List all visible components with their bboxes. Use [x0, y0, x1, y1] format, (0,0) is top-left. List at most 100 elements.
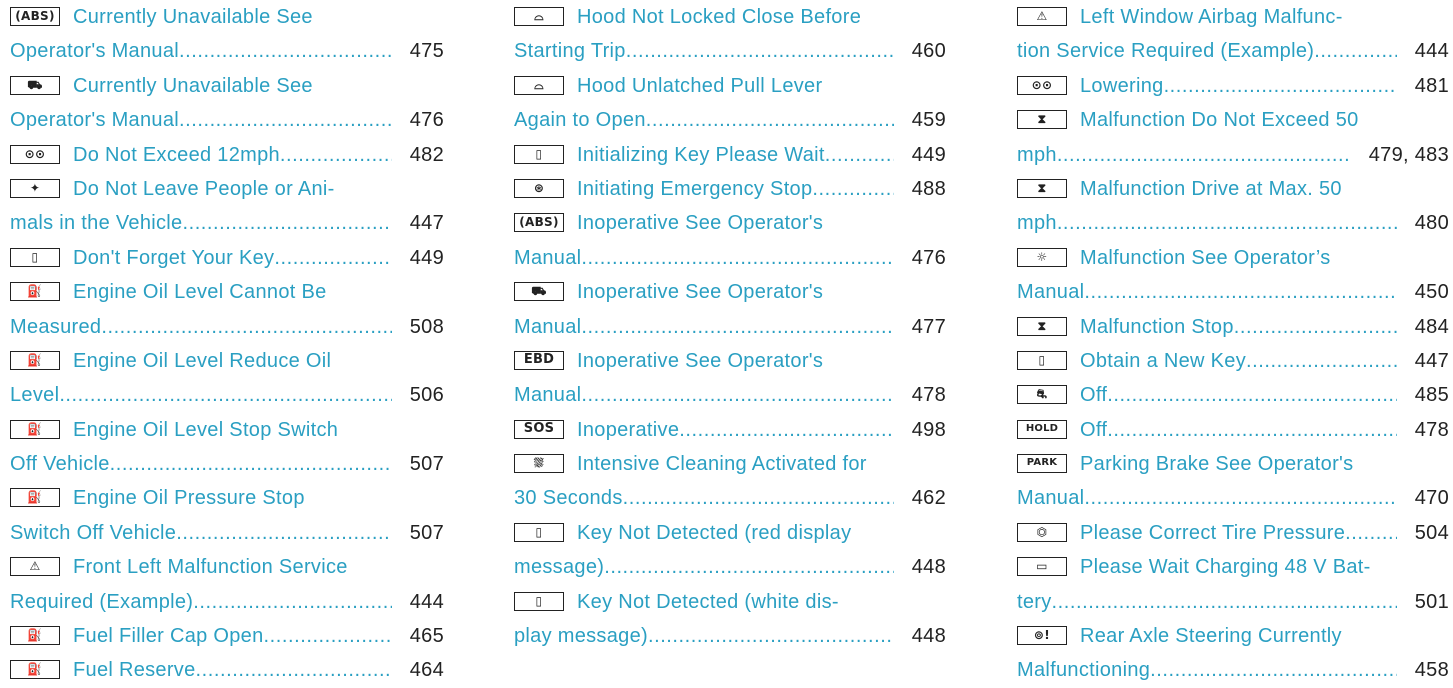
page-number[interactable]: 447 — [1397, 344, 1449, 378]
index-entry-text[interactable]: Please Correct Tire Pressure — [1080, 516, 1345, 550]
page-number[interactable]: 488 — [894, 172, 946, 206]
index-entry[interactable]: ▯ Initializing Key Please Wait 449 — [514, 138, 946, 172]
index-entry-text[interactable]: Hood Unlatched Pull Lever — [577, 75, 822, 97]
index-entry-text[interactable]: tion Service Required (Example) — [1017, 34, 1314, 68]
index-entry[interactable]: ✦ Do Not Leave People or Ani-mals in the … — [10, 172, 444, 241]
index-entry-text[interactable]: Key Not Detected (red display — [577, 522, 851, 544]
index-entry-text[interactable]: Parking Brake See Operator's — [1080, 453, 1353, 475]
index-entry-text[interactable]: message) — [514, 550, 604, 584]
index-entry[interactable]: ⛽ Fuel Reserve 464 — [10, 653, 444, 687]
index-entry[interactable]: ▯ Obtain a New Key 447 — [1017, 344, 1449, 378]
page-number[interactable]: 459 — [894, 103, 946, 137]
index-entry[interactable]: ⛽ Engine Oil Level Stop Switch Off Vehicle… — [10, 413, 444, 482]
index-entry[interactable]: ⌓ Hood Not Locked Close Before Starting Tr… — [514, 0, 946, 69]
index-entry[interactable]: ⛆ Intensive Cleaning Activated for 30 Seco… — [514, 447, 946, 516]
page-number[interactable]: 449 — [392, 241, 444, 275]
index-entry[interactable]: EBD Inoperative See Operator's Manual 478 — [514, 344, 946, 413]
page-number[interactable]: 482 — [392, 138, 444, 172]
page-number[interactable]: 485 — [1397, 378, 1449, 412]
index-entry[interactable]: ⚠ Front Left Malfunction Service Required … — [10, 550, 444, 619]
index-entry-text[interactable]: Obtain a New Key — [1080, 344, 1246, 378]
index-entry-text[interactable]: Intensive Cleaning Activated for — [577, 453, 867, 475]
index-entry[interactable]: ⛟ Currently Unavailable See Operator's Man… — [10, 69, 444, 138]
page-number[interactable]: 475 — [392, 34, 444, 68]
index-entry-text[interactable]: mph — [1017, 206, 1057, 240]
index-entry-text[interactable]: Operator's Manual — [10, 103, 179, 137]
index-entry[interactable]: ⧗ Malfunction Drive at Max. 50 mph 480 — [1017, 172, 1449, 241]
page-number[interactable]: 507 — [392, 447, 444, 481]
index-entry-text[interactable]: Malfunction Do Not Exceed 50 — [1080, 109, 1359, 131]
page-number[interactable]: 481 — [1397, 69, 1449, 103]
page-number[interactable]: 462 — [894, 481, 946, 515]
index-entry-text[interactable]: Currently Unavailable See — [73, 75, 313, 97]
index-entry-text[interactable]: tery — [1017, 585, 1052, 619]
page-number[interactable]: 458 — [1397, 653, 1449, 687]
index-entry-text[interactable]: Key Not Detected (white dis- — [577, 591, 839, 613]
index-entry[interactable]: ⏣ Please Correct Tire Pressure 504 — [1017, 516, 1449, 550]
index-entry-text[interactable]: Hood Not Locked Close Before — [577, 6, 861, 28]
page-number[interactable]: 465 — [392, 619, 444, 653]
page-number[interactable]: 508 — [392, 310, 444, 344]
index-entry-text[interactable]: Fuel Reserve — [73, 653, 196, 687]
index-entry-text[interactable]: Off — [1080, 413, 1107, 447]
index-entry-text[interactable]: Engine Oil Pressure Stop — [73, 487, 305, 509]
page-number[interactable]: 476 — [392, 103, 444, 137]
page-number[interactable]: 444 — [392, 585, 444, 619]
index-entry[interactable]: ⧗ Malfunction Do Not Exceed 50 mph 479, 483 — [1017, 103, 1449, 172]
page-number[interactable]: 444 — [1397, 34, 1449, 68]
page-number[interactable]: 479, 483 — [1351, 138, 1449, 172]
page-number[interactable]: 477 — [894, 310, 946, 344]
index-entry[interactable]: SOS Inoperative 498 — [514, 413, 946, 447]
index-entry-text[interactable]: Malfunction Drive at Max. 50 — [1080, 178, 1342, 200]
index-entry[interactable]: ⧗ Malfunction Stop 484 — [1017, 310, 1449, 344]
index-entry[interactable]: HOLD Off 478 — [1017, 413, 1449, 447]
index-entry[interactable]: ⛐ Off 485 — [1017, 378, 1449, 412]
index-entry[interactable]: ⊙⊙ Do Not Exceed 12mph 482 — [10, 138, 444, 172]
index-entry-text[interactable]: Fuel Filler Cap Open — [73, 619, 264, 653]
index-entry-text[interactable]: Level — [10, 378, 59, 412]
page-number[interactable]: 478 — [1397, 413, 1449, 447]
index-entry[interactable]: ⛟ Inoperative See Operator's Manual 477 — [514, 275, 946, 344]
index-entry-text[interactable]: mals in the Vehicle — [10, 206, 182, 240]
page-number[interactable]: 478 — [894, 378, 946, 412]
page-number[interactable]: 501 — [1397, 585, 1449, 619]
index-entry[interactable]: ⚠ Left Window Airbag Malfunc-tion Service… — [1017, 0, 1449, 69]
index-entry[interactable]: ▯ Key Not Detected (white dis-play messag… — [514, 585, 946, 654]
page-number[interactable]: 448 — [894, 550, 946, 584]
index-entry-text[interactable]: Currently Unavailable See — [73, 6, 313, 28]
index-entry-text[interactable]: Inoperative — [577, 413, 679, 447]
index-entry-text[interactable]: Manual — [514, 310, 581, 344]
index-entry-text[interactable]: Initiating Emergency Stop — [577, 172, 812, 206]
index-entry-text[interactable]: Initializing Key Please Wait — [577, 138, 825, 172]
page-number[interactable]: 484 — [1397, 310, 1449, 344]
page-number[interactable]: 464 — [392, 653, 444, 687]
index-entry[interactable]: (ABS) Inoperative See Operator's Manual 476 — [514, 206, 946, 275]
index-entry[interactable]: ⊙⊙ Lowering 481 — [1017, 69, 1449, 103]
index-entry[interactable]: ⛽ Fuel Filler Cap Open 465 — [10, 619, 444, 653]
page-number[interactable]: 498 — [894, 413, 946, 447]
index-entry[interactable]: ⌓ Hood Unlatched Pull Lever Again to Open 4… — [514, 69, 946, 138]
page-number[interactable]: 447 — [392, 206, 444, 240]
index-entry-text[interactable]: Inoperative See Operator's — [577, 281, 823, 303]
page-number[interactable]: 506 — [392, 378, 444, 412]
index-entry[interactable]: ⊚! Rear Axle Steering Currently Malfunctio… — [1017, 619, 1449, 688]
index-entry-text[interactable]: Front Left Malfunction Service — [73, 556, 348, 578]
index-entry-text[interactable]: Off — [1080, 378, 1107, 412]
index-entry[interactable]: (ABS) Currently Unavailable See Operator's… — [10, 0, 444, 69]
index-entry-text[interactable]: Manual — [1017, 481, 1084, 515]
index-entry-text[interactable]: Don't Forget Your Key — [73, 241, 274, 275]
page-number[interactable]: 476 — [894, 241, 946, 275]
page-number[interactable]: 460 — [894, 34, 946, 68]
index-entry-text[interactable]: Switch Off Vehicle — [10, 516, 176, 550]
index-entry-text[interactable]: Do Not Exceed 12mph — [73, 138, 280, 172]
index-entry-text[interactable]: Lowering — [1080, 69, 1164, 103]
index-entry-text[interactable]: Malfunction See Operator’s — [1080, 247, 1331, 269]
index-entry[interactable]: ⛽ Engine Oil Pressure Stop Switch Off Vehi… — [10, 481, 444, 550]
index-entry-text[interactable]: Off Vehicle — [10, 447, 110, 481]
index-entry-text[interactable]: Inoperative See Operator's — [577, 212, 823, 234]
page-number[interactable]: 448 — [894, 619, 946, 653]
index-entry-text[interactable]: Again to Open — [514, 103, 646, 137]
index-entry[interactable]: ▯ Key Not Detected (red display message) 44… — [514, 516, 946, 585]
index-entry-text[interactable]: 30 Seconds — [514, 481, 623, 515]
index-entry-text[interactable]: Required (Example) — [10, 585, 193, 619]
